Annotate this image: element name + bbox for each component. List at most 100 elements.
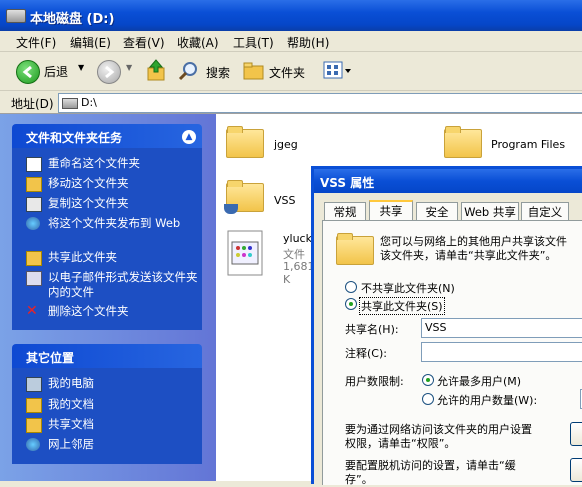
dialog-tabs: 常规 共享 安全 Web 共享 自定义 xyxy=(322,200,582,223)
menu-bar: 文件(F) 编辑(E) 查看(V) 收藏(A) 工具(T) 帮助(H) xyxy=(0,31,582,52)
max-users-label: 允许最多用户(M) xyxy=(437,375,522,388)
search-button[interactable]: 搜索 xyxy=(178,58,238,84)
task-label: 复制这个文件夹 xyxy=(48,196,129,210)
drive-small-icon xyxy=(62,98,78,109)
no-share-radio[interactable] xyxy=(345,281,357,293)
share-name-value: VSS xyxy=(425,321,447,334)
max-users-radio[interactable] xyxy=(422,374,434,386)
tab-security[interactable]: 安全 xyxy=(416,202,458,221)
up-folder-icon[interactable] xyxy=(146,58,166,82)
tab-customize[interactable]: 自定义 xyxy=(521,202,569,221)
folders-icon xyxy=(243,62,264,80)
back-label: 后退 xyxy=(44,65,69,79)
forward-button[interactable] xyxy=(97,60,121,84)
place-label: 共享文档 xyxy=(48,417,94,431)
share-label: 共享此文件夹(S) xyxy=(359,297,445,315)
other-places-title: 其它位置 xyxy=(26,351,75,365)
search-label: 搜索 xyxy=(206,66,231,80)
share-hand-icon xyxy=(224,204,238,214)
properties-dialog: VSS 属性 常规 共享 安全 Web 共享 自定义 您可以与网络上的其他用户共… xyxy=(311,166,582,486)
menu-file[interactable]: 文件(F) xyxy=(16,34,56,51)
folder-jgeg[interactable]: jgeg xyxy=(226,126,316,166)
file-icon xyxy=(227,230,263,276)
back-dropdown-icon[interactable]: ▼ xyxy=(78,63,84,72)
search-icon xyxy=(178,62,197,81)
dialog-title: VSS 属性 xyxy=(320,176,375,190)
share-folder-icon xyxy=(26,251,42,266)
documents-icon xyxy=(26,398,42,413)
comment-label: 注释(C): xyxy=(345,347,387,360)
shared-folder-icon xyxy=(336,233,374,265)
description-line-2: 该文件夹，请单击“共享此文件夹”。 xyxy=(380,249,557,262)
allowed-users-label: 允许的用户数量(W): xyxy=(437,394,538,407)
allowed-users-radio[interactable] xyxy=(422,393,434,405)
window-title-bar[interactable]: 本地磁盘 (D:) xyxy=(0,0,582,31)
comment-input[interactable] xyxy=(421,342,582,362)
other-places-panel: 我的电脑 我的文档 共享文档 网上邻居 xyxy=(12,368,202,464)
globe-icon xyxy=(26,217,40,230)
toolbar: 后退 ▼ ▼ 搜索 文件夹 xyxy=(0,52,582,91)
copy-icon xyxy=(26,197,42,212)
menu-help[interactable]: 帮助(H) xyxy=(287,34,329,51)
permissions-button[interactable] xyxy=(570,422,582,446)
delete-x-icon: ✕ xyxy=(26,303,38,319)
folder-label: Program Files xyxy=(491,138,566,151)
no-share-option[interactable]: 不共享此文件夹(N) xyxy=(345,279,545,295)
folder-label: jgeg xyxy=(274,138,298,151)
file-yluck[interactable]: yluck 文件 1,681 K xyxy=(226,230,316,286)
no-share-label: 不共享此文件夹(N) xyxy=(361,282,455,295)
folder-icon xyxy=(444,126,482,158)
rename-icon xyxy=(26,157,42,172)
share-name-input[interactable]: VSS xyxy=(421,318,582,338)
other-places-header[interactable]: 其它位置 xyxy=(12,344,202,368)
move-icon xyxy=(26,177,42,192)
dialog-title-bar[interactable]: VSS 属性 xyxy=(314,169,582,193)
collapse-chevron-icon[interactable]: ▲ xyxy=(182,130,196,144)
task-pane: 文件和文件夹任务 ▲ 重命名这个文件夹 移动这个文件夹 复制这个文件夹 将这个文… xyxy=(0,114,216,481)
back-arrow-icon xyxy=(16,60,40,84)
tab-general[interactable]: 常规 xyxy=(324,202,366,221)
shared-documents-icon xyxy=(26,418,42,433)
menu-view[interactable]: 查看(V) xyxy=(123,34,165,51)
views-icon xyxy=(323,61,351,79)
email-icon xyxy=(26,271,42,286)
file-tasks-panel: 重命名这个文件夹 移动这个文件夹 复制这个文件夹 将这个文件夹发布到 Web 共… xyxy=(12,148,202,330)
menu-favorites[interactable]: 收藏(A) xyxy=(177,34,219,51)
place-label: 网上邻居 xyxy=(48,437,94,451)
task-label: 移动这个文件夹 xyxy=(48,176,129,190)
tab-web-sharing[interactable]: Web 共享 xyxy=(461,202,519,221)
allowed-users-option[interactable]: 允许的用户数量(W): xyxy=(422,391,572,407)
drive-icon xyxy=(6,9,26,23)
menu-edit[interactable]: 编辑(E) xyxy=(70,34,111,51)
share-radio[interactable] xyxy=(345,298,357,310)
task-label: 删除这个文件夹 xyxy=(48,304,129,318)
folder-label: VSS xyxy=(274,194,296,207)
menu-tools[interactable]: 工具(T) xyxy=(233,34,274,51)
share-name-label: 共享名(H): xyxy=(345,323,399,336)
address-value: D:\ xyxy=(81,96,97,109)
file-tasks-title: 文件和文件夹任务 xyxy=(26,131,123,145)
back-button[interactable]: 后退 ▼ xyxy=(8,57,88,84)
address-label: 地址(D) xyxy=(11,97,54,111)
share-option[interactable]: 共享此文件夹(S) xyxy=(345,296,545,315)
window-title: 本地磁盘 (D:) xyxy=(30,12,115,27)
folder-vss[interactable]: VSS xyxy=(224,180,316,222)
task-label: 重命名这个文件夹 xyxy=(48,156,140,170)
sharing-panel: 您可以与网络上的其他用户共享该文件 该文件夹，请单击“共享此文件夹”。 不共享此… xyxy=(322,220,582,486)
address-input[interactable]: D:\ xyxy=(58,93,582,113)
max-users-option[interactable]: 允许最多用户(M) xyxy=(422,372,572,388)
network-icon xyxy=(26,438,40,451)
user-limit-label: 用户数限制: xyxy=(345,375,404,388)
forward-dropdown-icon[interactable]: ▼ xyxy=(126,63,132,72)
file-tasks-header[interactable]: 文件和文件夹任务 ▲ xyxy=(12,124,202,148)
computer-icon xyxy=(26,377,42,392)
views-button[interactable] xyxy=(323,61,353,81)
folder-icon xyxy=(226,126,264,158)
caching-button[interactable] xyxy=(570,458,582,482)
place-label: 我的电脑 xyxy=(48,376,94,390)
permissions-hint-line-2: 权限，请单击“权限”。 xyxy=(345,437,456,450)
folders-label: 文件夹 xyxy=(269,66,306,80)
task-label: 将这个文件夹发布到 Web xyxy=(48,216,181,230)
folders-button[interactable]: 文件夹 xyxy=(243,58,313,84)
folder-program-files[interactable]: Program Files xyxy=(444,126,574,166)
